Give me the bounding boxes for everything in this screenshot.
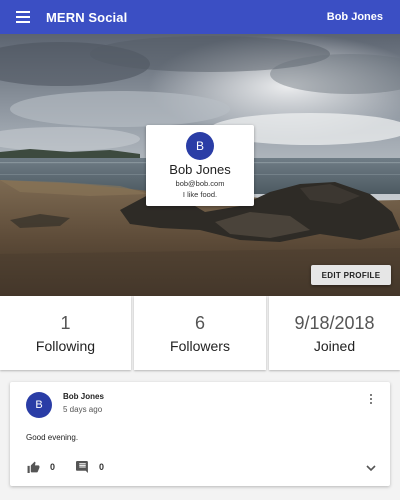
like-button[interactable] (26, 460, 40, 474)
stat-joined: 9/18/2018 Joined (269, 296, 400, 370)
more-vert-icon[interactable] (364, 392, 378, 406)
comment-count: 0 (99, 462, 105, 472)
expand-comments-button[interactable] (364, 461, 378, 473)
profile-avatar: B (186, 132, 214, 160)
menu-button[interactable] (0, 0, 46, 34)
post-actions: 0 0 (26, 460, 104, 474)
profile-stats: 1 Following 6 Followers 9/18/2018 Joined (0, 296, 400, 372)
thumb-up-icon (27, 461, 39, 473)
stat-followers[interactable]: 6 Followers (134, 296, 266, 370)
chevron-down-icon (366, 465, 376, 472)
like-count: 0 (50, 462, 56, 472)
app-bar: MERN Social Bob Jones (0, 0, 400, 34)
stat-following[interactable]: 1 Following (0, 296, 131, 370)
app-title[interactable]: MERN Social (46, 10, 127, 25)
profile-card: B Bob Jones bob@bob.com I like food. (146, 125, 254, 206)
stat-label: Following (35, 337, 96, 354)
post-author[interactable]: Bob Jones (63, 392, 104, 401)
user-menu-name[interactable]: Bob Jones (327, 11, 383, 23)
post-avatar[interactable]: B (26, 392, 52, 418)
profile-bio: I like food. (182, 190, 218, 199)
post-timestamp: 5 days ago (63, 405, 103, 414)
menu-icon (16, 11, 30, 23)
post-card: B Bob Jones 5 days ago Good evening. 0 0 (10, 382, 390, 486)
cover-photo: B Bob Jones bob@bob.com I like food. EDI… (0, 34, 400, 296)
profile-email: bob@bob.com (175, 179, 225, 188)
stat-value: 1 (60, 312, 71, 333)
stat-label: Joined (313, 337, 356, 354)
post-text: Good evening. (26, 433, 79, 442)
stat-value: 6 (194, 312, 205, 333)
stat-value: 9/18/2018 (294, 312, 375, 333)
stat-label: Followers (170, 337, 230, 354)
edit-profile-button[interactable]: EDIT PROFILE (311, 265, 391, 285)
comment-icon (75, 461, 88, 473)
profile-name: Bob Jones (169, 162, 231, 177)
comment-button[interactable] (75, 460, 89, 474)
